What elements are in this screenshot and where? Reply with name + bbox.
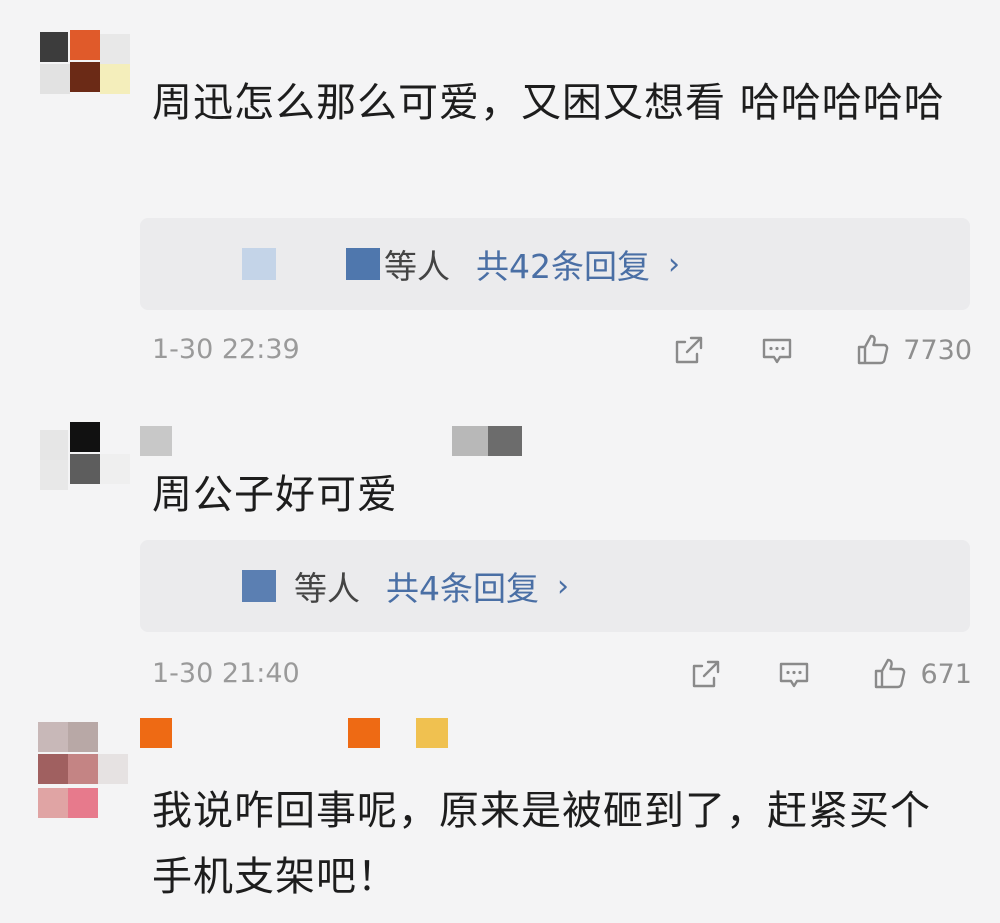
username[interactable] [140, 426, 172, 456]
comment-meta: 1-30 21:40 671 [152, 654, 972, 694]
share-icon[interactable] [671, 332, 707, 368]
badge [416, 718, 448, 748]
reply-who: 等人 [384, 247, 450, 286]
like-icon[interactable] [855, 332, 891, 368]
share-icon[interactable] [688, 656, 724, 692]
reply-summary[interactable]: 等人 共42条回复 › [140, 218, 970, 310]
comment-text: 我说咋回事呢，原来是被砸到了，赶紧买个手机支架吧！ [152, 788, 931, 900]
comment-icon[interactable] [776, 656, 812, 692]
like-count: 7730 [903, 334, 972, 366]
comment-item: 周迅怎么那么可爱，又困又想看 哈哈哈哈哈 等人 共42条回复 › 1-30 22… [0, 0, 1000, 380]
timestamp: 1-30 21:40 [152, 658, 300, 689]
replier-avatar [242, 570, 276, 602]
badge [348, 718, 380, 748]
reply-count-link[interactable]: 共42条回复 [476, 240, 650, 288]
badge [488, 426, 522, 456]
comment-text: 周迅怎么那么可爱，又困又想看 哈哈哈哈哈 [152, 80, 945, 126]
username[interactable] [140, 718, 172, 748]
avatar[interactable] [34, 718, 128, 818]
avatar[interactable] [34, 14, 130, 104]
comment-item: 周公子好可爱 等人 共4条回复 › 1-30 21:40 671 [0, 392, 1000, 712]
comment-icon[interactable] [759, 332, 795, 368]
comment-text: 周公子好可爱 [152, 472, 398, 518]
replier-avatar [346, 248, 380, 280]
badge [452, 426, 488, 456]
reply-count-link[interactable]: 共4条回复 [386, 562, 539, 610]
like-icon[interactable] [872, 656, 908, 692]
chevron-right-icon: › [668, 246, 680, 282]
comment-meta: 1-30 22:39 7730 [152, 330, 972, 370]
reply-who: 等人 [294, 569, 360, 608]
replier-avatar [242, 248, 276, 280]
chevron-right-icon: › [557, 568, 569, 604]
comment-item: 我说咋回事呢，原来是被砸到了，赶紧买个手机支架吧！ [0, 712, 1000, 923]
avatar[interactable] [34, 414, 130, 504]
like-count: 671 [920, 658, 972, 690]
reply-summary[interactable]: 等人 共4条回复 › [140, 540, 970, 632]
timestamp: 1-30 22:39 [152, 334, 300, 365]
